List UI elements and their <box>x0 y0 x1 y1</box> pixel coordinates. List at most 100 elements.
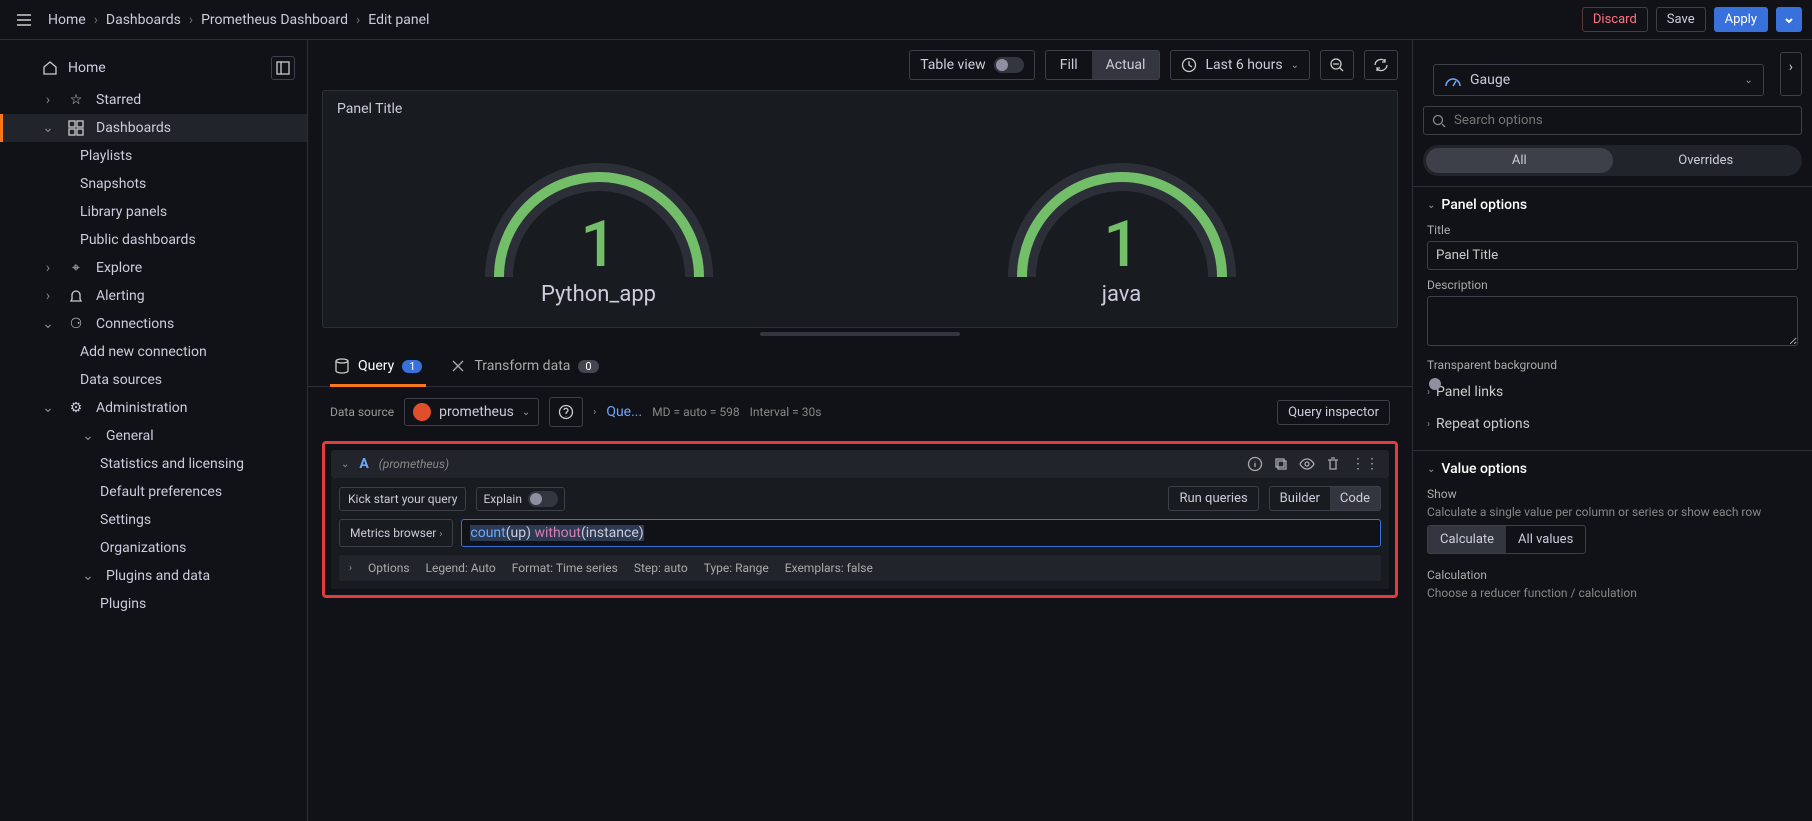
gauge-value: 1 <box>1103 207 1139 282</box>
sidebar-item-plugins[interactable]: Plugins <box>0 590 307 618</box>
refresh-button[interactable] <box>1364 50 1398 80</box>
query-row-header[interactable]: ⌄ A (prometheus) ⋮⋮ <box>331 450 1389 478</box>
section-value-options[interactable]: ⌄Value options <box>1427 461 1798 477</box>
breadcrumb-home[interactable]: Home <box>48 12 86 28</box>
chevron-right-icon: › <box>356 12 360 28</box>
options-panel: Gauge ⌄ › All Overrides ⌄Panel options T… <box>1412 40 1812 821</box>
discard-button[interactable]: Discard <box>1582 7 1648 32</box>
fill-button[interactable]: Fill <box>1046 51 1092 79</box>
sidebar-item-home[interactable]: Home <box>68 60 271 76</box>
tab-transform[interactable]: Transform data 0 <box>446 350 602 386</box>
sidebar-item-plugdata[interactable]: ⌄Plugins and data <box>0 562 307 590</box>
section-panel-options[interactable]: ⌄Panel options <box>1427 197 1798 213</box>
sidebar-item-defaults[interactable]: Default preferences <box>0 478 307 506</box>
description-input[interactable] <box>1427 296 1798 346</box>
section-panel-links[interactable]: ›Panel links <box>1427 376 1798 408</box>
drag-handle-icon[interactable]: ⋮⋮ <box>1351 456 1379 472</box>
sidebar-item-settings[interactable]: Settings <box>0 506 307 534</box>
chevron-down-icon: ⌄ <box>80 568 96 584</box>
gear-icon: ⚙ <box>66 400 86 416</box>
breadcrumb-edit[interactable]: Edit panel <box>368 12 429 28</box>
code-button[interactable]: Code <box>1330 487 1380 510</box>
chevron-right-icon: › <box>439 529 442 540</box>
show-description: Calculate a single value per column or s… <box>1427 505 1798 519</box>
breadcrumb-dashboards[interactable]: Dashboards <box>106 12 181 28</box>
all-tab[interactable]: All <box>1426 148 1613 173</box>
sidebar-item-explore[interactable]: ›⌖Explore <box>0 254 307 282</box>
all-values-button[interactable]: All values <box>1506 526 1585 553</box>
panel-chevron-button[interactable]: › <box>1780 52 1802 96</box>
info-icon[interactable] <box>1247 456 1263 472</box>
menu-icon[interactable] <box>10 6 38 34</box>
apply-chevron-button[interactable] <box>1776 7 1802 32</box>
chevron-right-icon[interactable]: › <box>593 407 596 418</box>
metrics-browser-button[interactable]: Metrics browser › <box>339 519 453 547</box>
chevron-down-icon[interactable]: ⌄ <box>341 459 349 470</box>
sidebar-item-datasources[interactable]: Data sources <box>0 366 307 394</box>
save-button[interactable]: Save <box>1656 7 1706 32</box>
sidebar-item-connections[interactable]: ⌄⚆Connections <box>0 310 307 338</box>
help-button[interactable] <box>549 397 583 427</box>
format-info: Format: Time series <box>512 561 618 575</box>
breadcrumb-dashboard[interactable]: Prometheus Dashboard <box>201 12 348 28</box>
sidebar-item-alerting[interactable]: ›Alerting <box>0 282 307 310</box>
visualization-picker[interactable]: Gauge ⌄ <box>1433 64 1764 96</box>
apply-button[interactable]: Apply <box>1714 7 1768 32</box>
sidebar-item-library[interactable]: Library panels <box>0 198 307 226</box>
chevron-right-icon: › <box>94 12 98 28</box>
table-view-toggle[interactable]: Table view <box>909 50 1035 80</box>
calculate-button[interactable]: Calculate <box>1428 526 1506 553</box>
overrides-tab[interactable]: Overrides <box>1613 148 1800 173</box>
step-info: Step: auto <box>634 561 688 575</box>
database-icon <box>334 358 350 374</box>
explain-toggle[interactable]: Explain <box>476 487 565 511</box>
exemplars-info: Exemplars: false <box>785 561 873 575</box>
sidebar-item-starred[interactable]: ›☆Starred <box>0 86 307 114</box>
sidebar-item-admin[interactable]: ⌄⚙Administration <box>0 394 307 422</box>
time-range-picker[interactable]: Last 6 hours ⌄ <box>1170 50 1310 80</box>
section-repeat-options[interactable]: ›Repeat options <box>1427 408 1798 440</box>
tab-query[interactable]: Query 1 <box>330 350 426 386</box>
zoom-out-button[interactable] <box>1320 50 1354 80</box>
actual-button[interactable]: Actual <box>1092 51 1160 79</box>
sidebar-item-snapshots[interactable]: Snapshots <box>0 170 307 198</box>
eye-icon[interactable] <box>1299 456 1315 472</box>
calculation-description: Choose a reducer function / calculation <box>1427 586 1798 600</box>
title-input[interactable] <box>1427 241 1798 270</box>
query-options-link[interactable]: Que... <box>606 404 642 420</box>
query-count-badge: 1 <box>402 360 422 373</box>
chevron-right-icon: › <box>40 92 56 108</box>
panel-preview: Panel Title 1 Python_app 1 java <box>322 90 1398 328</box>
datasource-select[interactable]: prometheus ⌄ <box>404 398 539 426</box>
interval-info: Interval = 30s <box>750 405 822 419</box>
run-queries-button[interactable]: Run queries <box>1168 486 1258 511</box>
gauge-0: 1 Python_app <box>469 137 729 307</box>
legend-info: Legend: Auto <box>426 561 496 575</box>
sidebar-item-addconn[interactable]: Add new connection <box>0 338 307 366</box>
query-inspector-button[interactable]: Query inspector <box>1277 400 1390 425</box>
sidebar-item-general[interactable]: ⌄General <box>0 422 307 450</box>
query-expression-input[interactable]: count(up) without(instance) <box>461 519 1381 547</box>
switch-icon <box>528 491 558 507</box>
sidebar-item-public[interactable]: Public dashboards <box>0 226 307 254</box>
transparent-label: Transparent background <box>1427 358 1798 372</box>
sidebar-item-dashboards[interactable]: ⌄Dashboards <box>0 114 307 142</box>
switch-icon[interactable] <box>994 57 1024 73</box>
query-options-bar: › Options Legend: Auto Format: Time seri… <box>339 555 1381 581</box>
sidebar-item-playlists[interactable]: Playlists <box>0 142 307 170</box>
sidebar-item-stats[interactable]: Statistics and licensing <box>0 450 307 478</box>
options-label[interactable]: Options <box>368 561 410 575</box>
chevron-right-icon: › <box>189 12 193 28</box>
copy-icon[interactable] <box>1273 456 1289 472</box>
sidebar-item-orgs[interactable]: Organizations <box>0 534 307 562</box>
query-row-highlight: ⌄ A (prometheus) ⋮⋮ Kick st <box>322 441 1398 598</box>
gauge-icon <box>1444 71 1462 89</box>
kick-start-button[interactable]: Kick start your query <box>339 487 466 511</box>
chevron-right-icon: › <box>40 288 56 304</box>
search-icon <box>1432 114 1446 128</box>
collapse-sidebar-icon[interactable] <box>271 56 295 80</box>
chevron-right-icon[interactable]: › <box>349 563 352 574</box>
builder-button[interactable]: Builder <box>1270 487 1330 510</box>
search-options-input[interactable] <box>1423 106 1802 135</box>
trash-icon[interactable] <box>1325 456 1341 472</box>
